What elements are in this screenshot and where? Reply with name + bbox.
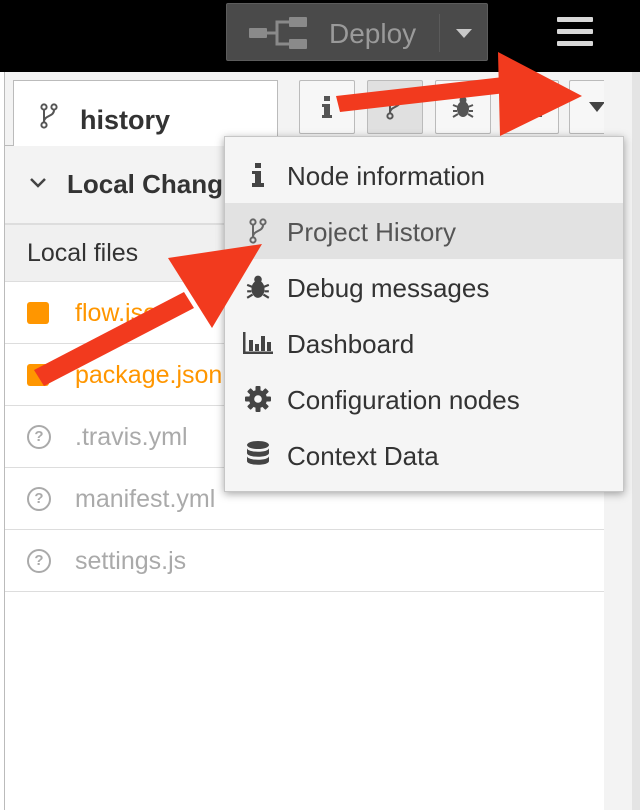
bug-icon [452, 96, 474, 118]
file-name: package.json [75, 361, 223, 389]
database-icon [243, 441, 273, 469]
bar-chart-icon [243, 329, 273, 357]
info-icon [322, 96, 332, 118]
deploy-divider [439, 14, 440, 52]
local-files-label: Local files [27, 239, 139, 267]
question-circle-icon: ? [27, 549, 51, 573]
gear-icon [243, 385, 273, 413]
tab-history-label: history [80, 105, 171, 135]
menu-item-label: Dashboard [287, 329, 415, 359]
tab-history-button[interactable] [367, 80, 423, 134]
sidebar-tab-strip: history [5, 72, 625, 147]
menu-item-label: Node information [287, 161, 485, 191]
hamburger-menu-icon[interactable] [557, 17, 593, 47]
file-name: .travis.yml [75, 423, 188, 451]
menu-item-project-history[interactable]: Project History [225, 203, 623, 259]
file-name: flow.json [75, 299, 171, 327]
menu-item-configuration-nodes[interactable]: Configuration nodes [225, 371, 623, 427]
git-branch-icon [40, 103, 58, 129]
question-circle-icon: ? [27, 487, 51, 511]
caret-down-icon [589, 102, 605, 112]
deploy-caret-down-icon[interactable] [456, 29, 472, 38]
tab-debug-button[interactable] [435, 80, 491, 134]
menu-item-context-data[interactable]: Context Data [225, 427, 623, 483]
git-branch-icon [243, 217, 273, 245]
tab-dashboard-button[interactable] [503, 80, 559, 134]
scrollbar-track [632, 72, 640, 810]
top-header: Deploy [0, 0, 640, 72]
deploy-label: Deploy [329, 18, 417, 49]
sidebar-dropdown-menu: Node information Project History Debug m… [224, 136, 624, 492]
menu-item-label: Debug messages [287, 273, 490, 303]
tab-info-button[interactable] [299, 80, 355, 134]
section-title: Local Changes [67, 169, 227, 199]
file-name: manifest.yml [75, 485, 216, 513]
file-name: settings.js [75, 547, 187, 575]
deploy-flow-icon [249, 17, 307, 49]
chevron-down-icon [30, 178, 46, 188]
deploy-button[interactable]: Deploy [226, 3, 488, 61]
file-row[interactable]: ? settings.js [5, 530, 605, 592]
question-circle-icon: ? [27, 425, 51, 449]
modified-badge [27, 302, 49, 324]
menu-item-node-information[interactable]: Node information [225, 147, 623, 203]
menu-item-dashboard[interactable]: Dashboard [225, 315, 623, 371]
bug-icon [243, 273, 273, 301]
modified-badge [27, 364, 49, 386]
menu-item-debug-messages[interactable]: Debug messages [225, 259, 623, 315]
dashboard-icon [520, 115, 542, 117]
menu-item-label: Configuration nodes [287, 385, 520, 415]
info-icon [243, 161, 273, 189]
git-branch-icon [386, 94, 404, 120]
menu-item-label: Project History [287, 217, 457, 247]
menu-item-label: Context Data [287, 441, 439, 471]
